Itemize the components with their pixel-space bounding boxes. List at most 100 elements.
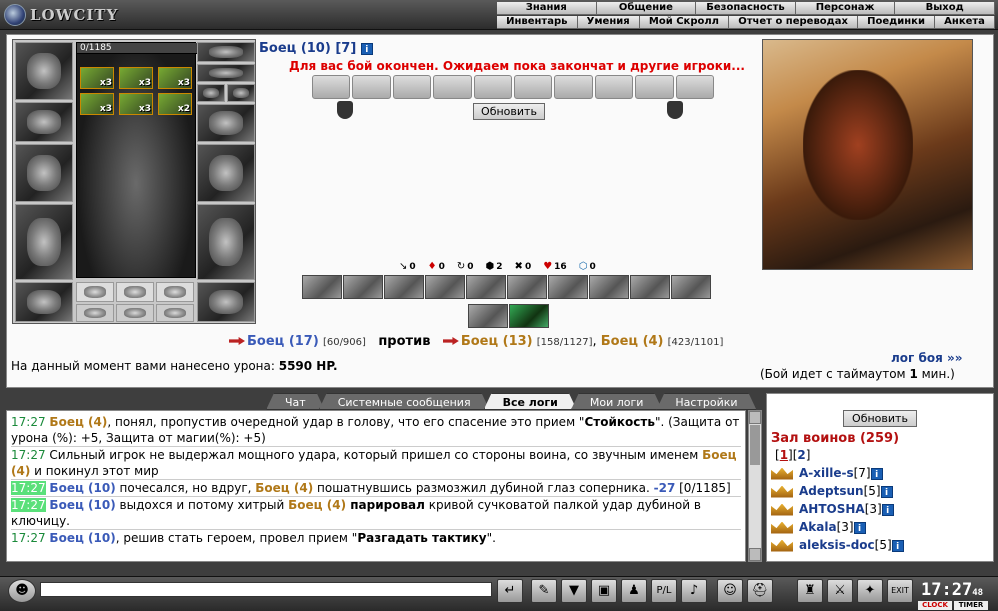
skill-icon[interactable]: [671, 275, 711, 299]
scroll-slot[interactable]: [352, 75, 391, 99]
warrior-name[interactable]: Adeptsun: [799, 484, 864, 498]
fighter-name[interactable]: Боец (10): [49, 481, 115, 495]
person-icon[interactable]: ♟: [621, 579, 647, 603]
menu-communication[interactable]: Общение: [596, 2, 697, 15]
timer-toggle[interactable]: TIMER: [954, 601, 988, 610]
fighter-name[interactable]: Боец (4): [288, 498, 346, 512]
info-icon[interactable]: i: [360, 42, 373, 55]
warrior-name[interactable]: Akala: [799, 520, 837, 534]
fighter-title[interactable]: Боец (10) [7] i: [259, 41, 373, 56]
greaves-slot[interactable]: [197, 204, 255, 280]
skill-icon[interactable]: [548, 275, 588, 299]
rune-slot-6[interactable]: [156, 304, 194, 322]
rune-slot-1[interactable]: [76, 282, 114, 302]
warrior-item[interactable]: Akala[3] i: [771, 518, 989, 536]
rune-slot-2[interactable]: [116, 282, 154, 302]
scroll-slot[interactable]: [392, 75, 432, 99]
skill-icon[interactable]: [589, 275, 629, 299]
scroll-up-button[interactable]: [749, 411, 761, 424]
weapon-slot[interactable]: [15, 144, 73, 202]
skill-icon[interactable]: [384, 275, 424, 299]
effect-icon[interactable]: x3: [119, 67, 153, 89]
battle-refresh-button[interactable]: Обновить: [473, 103, 545, 120]
fighter-name[interactable]: Боец (4): [255, 481, 313, 495]
tab-settings[interactable]: Настройки: [656, 393, 756, 410]
helmet-slot[interactable]: [15, 42, 73, 100]
bag-icon[interactable]: ♜: [797, 579, 823, 603]
page-link[interactable]: 2: [797, 448, 805, 462]
save-icon[interactable]: ▣: [591, 579, 617, 603]
warrior-item[interactable]: Adeptsun[5] i: [771, 482, 989, 500]
exit-icon[interactable]: EXIT: [887, 579, 913, 603]
armor-slot[interactable]: [15, 204, 73, 280]
skill-icon[interactable]: [302, 275, 342, 299]
info-icon[interactable]: i: [853, 521, 866, 534]
scroll-thumb[interactable]: [750, 425, 760, 465]
effect-icon[interactable]: x3: [80, 67, 114, 89]
warrior-item[interactable]: A-xille-s[7] i: [771, 464, 989, 482]
ring-slot-2[interactable]: [197, 84, 225, 102]
amulet-slot[interactable]: [197, 42, 255, 62]
warrior-name[interactable]: A-xille-s: [799, 466, 854, 480]
shield-slot[interactable]: [197, 144, 255, 202]
send-icon[interactable]: ↵: [497, 579, 523, 603]
ring-slot-1[interactable]: [197, 64, 255, 82]
ring-slot-3[interactable]: [227, 84, 255, 102]
skill-icon[interactable]: [425, 275, 465, 299]
battle-log-link[interactable]: лог боя »»: [891, 351, 963, 365]
rune-slot-4[interactable]: [76, 304, 114, 322]
clock-toggle[interactable]: CLOCK: [918, 601, 952, 610]
menu-character[interactable]: Персонаж: [795, 2, 896, 15]
scroll-slot[interactable]: [554, 75, 593, 99]
fight-icon[interactable]: ⚔: [827, 579, 853, 603]
menu-security[interactable]: Безопасность: [696, 2, 796, 15]
menu-knowledge[interactable]: Знания: [497, 2, 597, 15]
scroll-slot[interactable]: [675, 75, 715, 99]
fighter-name[interactable]: Боец (4): [49, 415, 107, 429]
gloves-slot[interactable]: [197, 104, 255, 142]
sound-icon[interactable]: ♪: [681, 579, 707, 603]
scroll-slot[interactable]: [433, 75, 472, 99]
fighter-name[interactable]: Боец (10): [49, 531, 115, 545]
tab-system-messages[interactable]: Системные сообщения: [319, 393, 490, 410]
side-b-fighter[interactable]: Боец (4): [601, 334, 664, 349]
boots-slot[interactable]: [197, 282, 255, 322]
menu-my-scroll[interactable]: Мой Скролл: [639, 16, 730, 29]
warriors-refresh-button[interactable]: Обновить: [843, 410, 917, 427]
pet-icon[interactable]: ✦: [857, 579, 883, 603]
info-icon[interactable]: i: [880, 485, 893, 498]
active-skill-icon[interactable]: [509, 304, 549, 328]
menu-skills[interactable]: Умения: [577, 16, 640, 29]
chat-scrollbar[interactable]: [748, 410, 762, 562]
filter-icon[interactable]: ▼: [561, 579, 587, 603]
menu-profile[interactable]: Анкета: [935, 16, 996, 29]
skill-icon[interactable]: [507, 275, 547, 299]
menu-transfer-report[interactable]: Отчет о переводах: [729, 16, 859, 29]
scroll-slot[interactable]: [473, 75, 513, 99]
effect-icon[interactable]: x3: [80, 93, 114, 115]
helmet-icon[interactable]: ⛑: [747, 579, 773, 603]
skill-icon[interactable]: [630, 275, 670, 299]
menu-duels[interactable]: Поединки: [858, 16, 936, 29]
info-icon[interactable]: i: [891, 539, 904, 552]
eraser-icon[interactable]: ✎: [531, 579, 557, 603]
tab-all-logs[interactable]: Все логи: [484, 393, 577, 410]
info-icon[interactable]: i: [881, 503, 894, 516]
side-b-fighter[interactable]: Боец (13): [461, 334, 533, 349]
effect-icon[interactable]: x3: [158, 67, 192, 89]
fighter-name[interactable]: -27: [654, 481, 676, 495]
menu-exit[interactable]: Выход: [895, 2, 995, 15]
warrior-item[interactable]: AHTOSHA[3] i: [771, 500, 989, 518]
warrior-name[interactable]: AHTOSHA: [799, 502, 865, 516]
rune-slot-3[interactable]: [156, 282, 194, 302]
page-current[interactable]: 1: [780, 448, 788, 462]
fighter-name[interactable]: Боец (10): [49, 498, 115, 512]
effect-icon[interactable]: x2: [158, 93, 192, 115]
warrior-name[interactable]: aleksis-doc: [799, 538, 875, 552]
smile-head-icon[interactable]: ☻: [8, 579, 36, 603]
rune-slot-5[interactable]: [116, 304, 154, 322]
scroll-down-button[interactable]: [749, 548, 761, 561]
warrior-item[interactable]: aleksis-doc[5] i: [771, 536, 989, 554]
skill-icon[interactable]: [466, 275, 506, 299]
scroll-slot[interactable]: [312, 75, 351, 99]
